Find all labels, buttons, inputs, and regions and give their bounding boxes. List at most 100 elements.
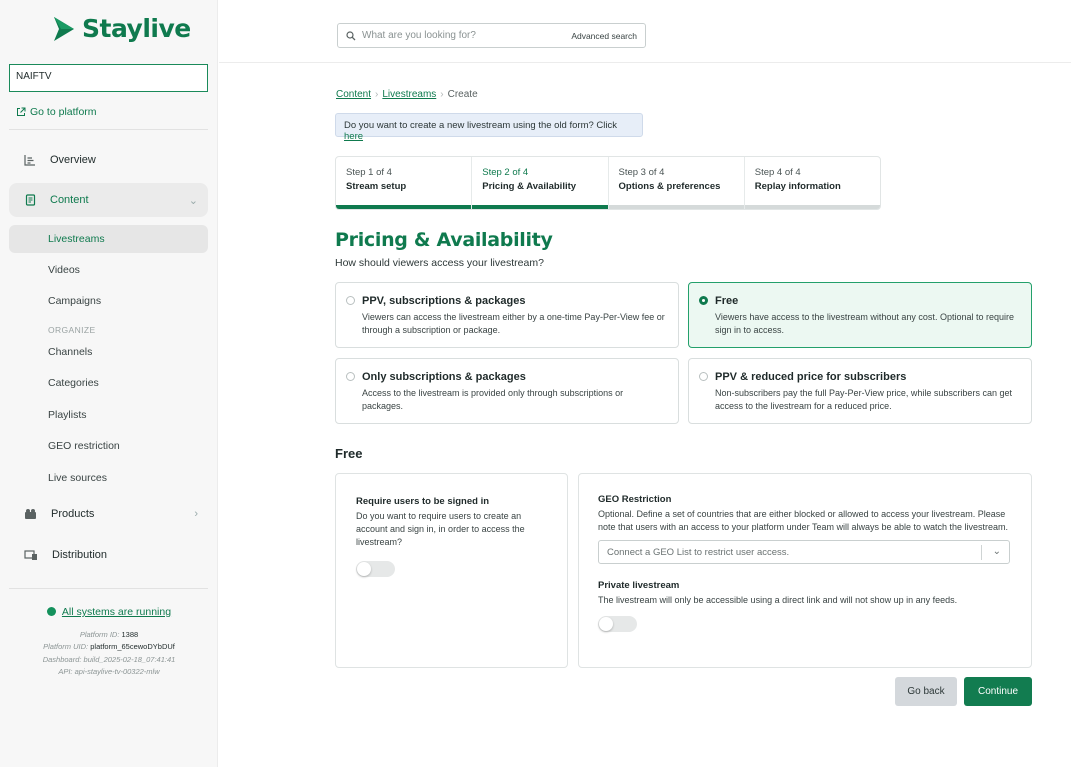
nav-products[interactable]: Products › <box>9 497 208 531</box>
toggle-knob <box>599 617 613 632</box>
chevron-down-icon: ⌄ <box>188 194 198 207</box>
geo-private-panel: GEO Restriction Optional. Define a set o… <box>578 473 1032 668</box>
status-dot-icon <box>46 607 56 616</box>
option-only-subscriptions-packages[interactable]: Only subscriptions & packages Access to … <box>335 358 679 424</box>
breadcrumb-separator-icon: › <box>440 89 444 100</box>
staylive-logo[interactable]: Staylive <box>52 14 191 43</box>
topbar: Advanced search <box>219 0 1071 63</box>
advanced-search-link[interactable]: Advanced search <box>571 31 637 41</box>
old-form-notice-text: Do you want to create a new livestream u… <box>344 120 617 131</box>
old-form-link[interactable]: here <box>344 131 363 142</box>
distribution-icon <box>24 550 37 560</box>
geo-list-placeholder: Connect a GEO List to restrict user acce… <box>607 546 790 558</box>
option-title: Free <box>715 295 739 307</box>
geo-list-select[interactable]: Connect a GEO List to restrict user acce… <box>598 540 1010 565</box>
sidebar: Staylive NAIFTV Go to platform Overview … <box>0 0 218 767</box>
sidebar-item-livestreams[interactable]: Livestreams <box>9 225 208 253</box>
platform-uid-label: Platform UID: <box>43 642 89 651</box>
system-status-link[interactable]: All systems are running <box>62 606 171 618</box>
geo-restriction-title: GEO Restriction <box>598 494 672 505</box>
go-to-platform-link[interactable]: Go to platform <box>16 106 97 118</box>
platform-id-line: Platform ID: 1388 <box>0 630 218 639</box>
platform-uid-value: platform_65cewoDYbDUf <box>90 642 175 651</box>
radio-button[interactable] <box>346 372 355 381</box>
step-title: Options & preferences <box>618 181 721 192</box>
radio-button[interactable] <box>346 296 355 305</box>
divider <box>9 129 208 130</box>
platform-id-value: 1388 <box>121 630 139 639</box>
sidebar-item-campaigns[interactable]: Campaigns <box>9 287 208 315</box>
logo-text: Staylive <box>82 14 191 43</box>
select-divider <box>981 545 982 561</box>
option-title: PPV, subscriptions & packages <box>362 295 526 307</box>
sidebar-item-categories[interactable]: Categories <box>9 369 208 397</box>
page-title: Pricing & Availability <box>335 229 553 251</box>
search-bar[interactable]: Advanced search <box>337 23 646 48</box>
step-progress-bar <box>336 205 472 209</box>
radio-button[interactable] <box>699 372 708 381</box>
nav-distribution-label: Distribution <box>52 549 108 561</box>
option-description: Viewers can access the livestream either… <box>362 312 665 336</box>
chevron-right-icon: › <box>194 508 198 520</box>
chevron-down-icon[interactable]: ⌄ <box>993 546 1001 557</box>
option-title: Only subscriptions & packages <box>362 371 526 383</box>
step-1[interactable]: Step 1 of 4 Stream setup <box>336 157 473 209</box>
api-version: API: api-staylive-tv-00322-mlw <box>58 667 160 676</box>
go-back-button[interactable]: Go back <box>895 677 957 706</box>
step-number: Step 4 of 4 <box>754 167 801 178</box>
step-progress-bar <box>744 205 880 209</box>
search-icon <box>346 30 356 40</box>
sidebar-item-live-sources[interactable]: Live sources <box>9 464 208 492</box>
nav-distribution[interactable]: Distribution <box>9 538 208 572</box>
stepper: Step 1 of 4 Stream setup Step 2 of 4 Pri… <box>335 156 881 210</box>
breadcrumb-current: Create <box>447 89 478 100</box>
nav-products-label: Products <box>51 508 95 520</box>
require-signin-toggle[interactable] <box>356 561 395 578</box>
toggle-knob <box>357 562 371 577</box>
nav-overview[interactable]: Overview <box>9 143 208 177</box>
step-title: Replay information <box>754 181 841 192</box>
private-livestream-toggle[interactable] <box>598 616 637 633</box>
overview-icon <box>24 155 35 166</box>
search-input[interactable] <box>362 30 562 41</box>
content-icon <box>25 194 36 206</box>
option-ppv-subscriptions-packages[interactable]: PPV, subscriptions & packages Viewers ca… <box>335 282 679 348</box>
platform-uid-line: Platform UID: platform_65cewoDYbDUf <box>0 642 218 651</box>
breadcrumb-separator-icon: › <box>375 89 379 100</box>
go-to-platform-label: Go to platform <box>30 106 97 118</box>
nav-overview-label: Overview <box>50 154 96 166</box>
step-3[interactable]: Step 3 of 4 Options & preferences <box>608 157 745 209</box>
dashboard-build: Dashboard: build_2025-02-18_07:41:41 <box>42 655 176 664</box>
option-free[interactable]: Free Viewers have access to the livestre… <box>688 282 1032 348</box>
sidebar-item-videos[interactable]: Videos <box>9 256 208 284</box>
private-livestream-title: Private livestream <box>598 580 680 592</box>
continue-button[interactable]: Continue <box>964 677 1032 706</box>
page-subtitle: How should viewers access your livestrea… <box>335 257 544 269</box>
sidebar-item-channels[interactable]: Channels <box>9 338 208 366</box>
sidebar-item-geo-restriction[interactable]: GEO restriction <box>9 432 208 460</box>
signin-panel: Require users to be signed in Do you wan… <box>335 473 568 668</box>
old-form-notice: Do you want to create a new livestream u… <box>335 113 643 142</box>
platform-id-label: Platform ID: <box>79 630 120 639</box>
option-description: Non-subscribers pay the full Pay-Per-Vie… <box>715 388 1012 412</box>
breadcrumb-content[interactable]: Content <box>336 89 371 100</box>
radio-button-selected[interactable] <box>699 296 708 305</box>
step-progress-bar <box>608 205 744 209</box>
nav-content-label: Content <box>50 194 89 206</box>
step-number: Step 3 of 4 <box>618 167 665 178</box>
step-2[interactable]: Step 2 of 4 Pricing & Availability <box>472 157 609 209</box>
private-livestream-description: The livestream will only be accessible u… <box>598 595 958 606</box>
tenant-selector[interactable]: NAIFTV <box>9 64 208 92</box>
external-link-icon <box>17 107 26 116</box>
option-title: PPV & reduced price for subscribers <box>715 371 907 383</box>
step-title: Pricing & Availability <box>482 181 577 192</box>
step-number: Step 1 of 4 <box>346 167 392 178</box>
step-number: Step 2 of 4 <box>482 167 529 178</box>
nav-content[interactable]: Content ⌄ <box>9 183 208 217</box>
system-status: All systems are running <box>0 606 218 618</box>
breadcrumb-livestreams[interactable]: Livestreams <box>382 89 436 100</box>
sidebar-item-playlists[interactable]: Playlists <box>9 401 208 429</box>
step-4[interactable]: Step 4 of 4 Replay information <box>744 157 880 209</box>
signin-description: Do you want to require users to create a… <box>356 511 525 548</box>
option-ppv-reduced-price[interactable]: PPV & reduced price for subscribers Non-… <box>688 358 1032 424</box>
